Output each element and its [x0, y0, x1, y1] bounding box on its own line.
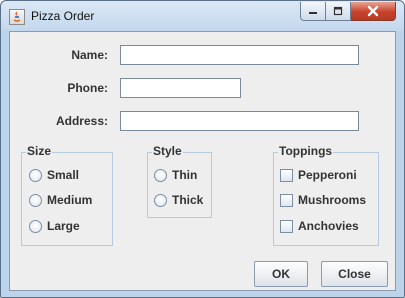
name-label: Name: [71, 48, 108, 62]
address-label: Address: [55, 114, 108, 128]
checkbox-icon [280, 168, 293, 182]
window-controls [300, 2, 396, 22]
radio-button-icon [29, 168, 42, 182]
ok-button[interactable]: OK [254, 261, 308, 287]
size-group-title: Size [26, 144, 53, 158]
topping-mushrooms-label: Mushrooms [298, 193, 367, 207]
close-window-button[interactable] [351, 2, 396, 21]
style-group-title: Style [152, 144, 183, 158]
form-panel: Name: Phone: Address: Size Small Medium … [9, 31, 396, 291]
name-input[interactable] [120, 45, 359, 65]
toppings-group: Toppings Pepperoni Mushrooms Anchovies [273, 144, 379, 246]
minimize-button[interactable] [300, 2, 326, 21]
maximize-button[interactable] [326, 2, 351, 21]
checkbox-icon [280, 193, 293, 207]
size-small-label: Small [47, 168, 80, 182]
style-thick-radio[interactable]: Thick [154, 193, 203, 207]
checkbox-icon [280, 219, 293, 233]
size-large-radio[interactable]: Large [29, 219, 80, 233]
size-medium-radio[interactable]: Medium [29, 193, 92, 207]
pizza-order-window: Pizza Order Name: Phone: Address: Size S… [0, 0, 405, 298]
size-group: Size Small Medium Large [21, 144, 113, 246]
radio-button-icon [154, 168, 167, 182]
radio-button-icon [29, 193, 42, 207]
topping-pepperoni-checkbox[interactable]: Pepperoni [280, 168, 357, 182]
radio-button-icon [154, 193, 167, 207]
radio-button-icon [29, 219, 42, 233]
size-small-radio[interactable]: Small [29, 168, 79, 182]
topping-pepperoni-label: Pepperoni [298, 168, 357, 182]
style-thick-label: Thick [172, 193, 204, 207]
size-medium-label: Medium [47, 193, 93, 207]
phone-input[interactable] [120, 78, 241, 98]
topping-anchovies-checkbox[interactable]: Anchovies [280, 219, 359, 233]
style-group: Style Thin Thick [147, 144, 212, 218]
maximize-icon [333, 6, 343, 16]
close-button[interactable]: Close [321, 261, 388, 287]
minimize-icon [309, 12, 317, 14]
title-bar[interactable]: Pizza Order [1, 1, 404, 31]
address-input[interactable] [120, 111, 359, 131]
java-app-icon [9, 9, 25, 25]
close-icon [367, 5, 379, 17]
phone-label: Phone: [67, 81, 108, 95]
style-thin-radio[interactable]: Thin [154, 168, 197, 182]
toppings-group-title: Toppings [278, 144, 334, 158]
topping-anchovies-label: Anchovies [298, 219, 359, 233]
window-title: Pizza Order [31, 9, 95, 23]
size-large-label: Large [47, 219, 80, 233]
style-thin-label: Thin [172, 168, 198, 182]
topping-mushrooms-checkbox[interactable]: Mushrooms [280, 193, 366, 207]
